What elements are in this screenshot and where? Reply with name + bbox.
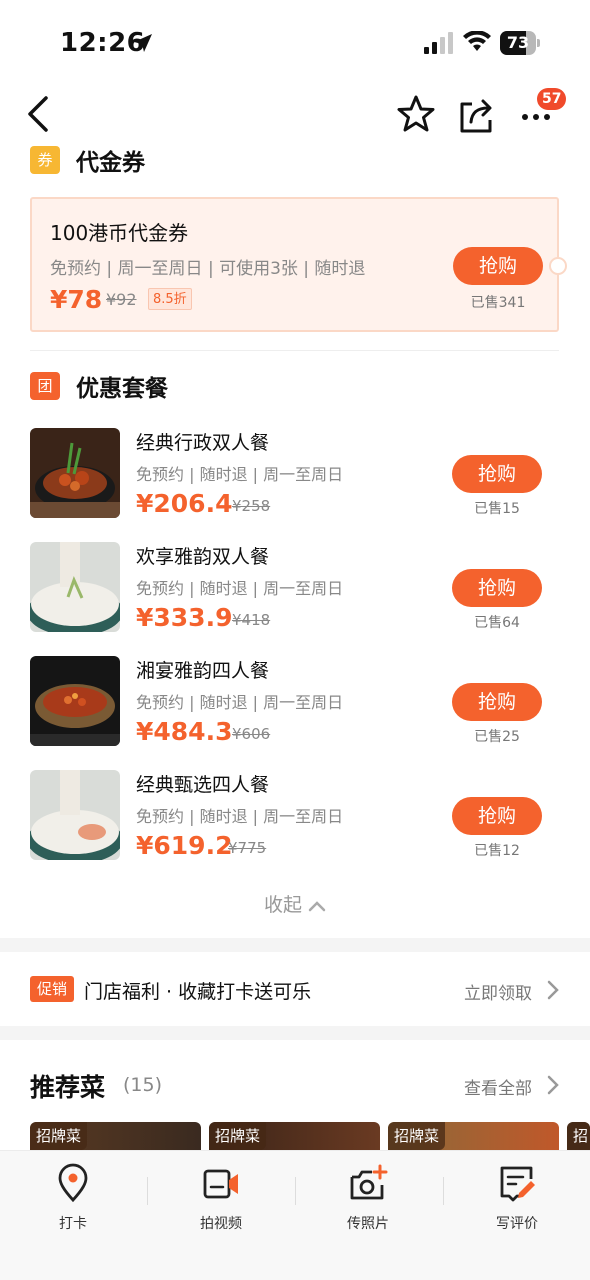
- checkin-button[interactable]: 打卡: [13, 1163, 133, 1233]
- recommend-header: 推荐菜 (15) 查看全部: [30, 1068, 560, 1104]
- package-buy-button[interactable]: 抢购: [452, 683, 542, 721]
- package-sold-count: 已售15: [474, 501, 520, 517]
- upload-photo-label: 传照片: [347, 1216, 389, 1232]
- promo-tag: 促销: [30, 976, 74, 1002]
- top-nav: 57: [0, 88, 590, 142]
- recommend-title: 推荐菜: [30, 1073, 106, 1102]
- divider: [30, 350, 559, 351]
- package-original-price: ¥418: [232, 611, 271, 629]
- location-arrow-icon: [134, 34, 152, 52]
- package-sold-count: 已售64: [474, 615, 520, 631]
- package-section-header: 团 优惠套餐: [30, 370, 168, 402]
- signature-dish-tag: 招牌菜: [209, 1122, 267, 1150]
- write-review-label: 写评价: [496, 1216, 538, 1232]
- package-price: ¥484.3: [136, 717, 233, 746]
- voucher-price: ¥78: [50, 285, 103, 314]
- package-original-price: ¥258: [232, 497, 271, 515]
- package-image: [30, 542, 120, 632]
- package-section-title: 优惠套餐: [76, 376, 168, 402]
- package-item[interactable]: 湘宴雅韵四人餐 免预约 | 随时退 | 周一至周日 ¥484.3 ¥606 抢购…: [30, 656, 559, 748]
- package-image: [30, 428, 120, 518]
- voucher-card[interactable]: 100港币代金券 免预约 | 周一至周日 | 可使用3张 | 随时退 ¥78 ¥…: [30, 197, 567, 332]
- share-icon[interactable]: [458, 94, 496, 134]
- chevron-right-icon: [547, 980, 559, 1000]
- location-pin-icon: [58, 1163, 88, 1203]
- package-original-price: ¥606: [232, 725, 271, 743]
- package-name: 经典甄选四人餐: [136, 774, 270, 796]
- package-name: 湘宴雅韵四人餐: [136, 660, 270, 682]
- signature-dish-tag: 招: [567, 1122, 590, 1150]
- package-sold-count: 已售12: [474, 843, 520, 859]
- voucher-original-price: ¥92: [106, 290, 137, 309]
- package-price: ¥206.4: [136, 489, 233, 518]
- video-camera-icon: [203, 1169, 238, 1199]
- chevron-right-icon: [547, 1075, 559, 1095]
- voucher-desc: 免预约 | 周一至周日 | 可使用3张 | 随时退: [50, 259, 366, 279]
- package-item[interactable]: 经典行政双人餐 免预约 | 随时退 | 周一至周日 ¥206.4 ¥258 抢购…: [30, 428, 559, 520]
- package-buy-button[interactable]: 抢购: [452, 455, 542, 493]
- checkin-label: 打卡: [59, 1216, 87, 1232]
- battery-percentage: 73: [506, 33, 530, 52]
- package-price: ¥619.2: [136, 831, 233, 860]
- favorite-star-icon[interactable]: [396, 94, 436, 134]
- group-deal-tag: 团: [30, 372, 60, 400]
- package-desc: 免预约 | 随时退 | 周一至周日: [136, 579, 344, 598]
- package-name: 欢享雅韵双人餐: [136, 546, 270, 568]
- package-desc: 免预约 | 随时退 | 周一至周日: [136, 807, 344, 826]
- shoot-video-button[interactable]: 拍视频: [161, 1163, 281, 1233]
- package-buy-button[interactable]: 抢购: [452, 569, 542, 607]
- status-bar: 12:26 73: [0, 0, 590, 88]
- package-desc: 免预约 | 随时退 | 周一至周日: [136, 693, 344, 712]
- promo-claim-link[interactable]: 立即领取: [464, 979, 532, 1004]
- section-separator: [0, 938, 590, 952]
- wifi-icon: [463, 31, 491, 51]
- package-image: [30, 656, 120, 746]
- package-item[interactable]: 欢享雅韵双人餐 免预约 | 随时退 | 周一至周日 ¥333.9 ¥418 抢购…: [30, 542, 559, 634]
- voucher-tag: 券: [30, 146, 60, 174]
- notification-badge: 57: [537, 88, 567, 110]
- write-review-button[interactable]: 写评价: [457, 1163, 577, 1233]
- section-separator: [0, 1026, 590, 1040]
- voucher-title: 100港币代金券: [50, 221, 189, 245]
- recommend-count: (15): [123, 1074, 163, 1096]
- cell-signal-icon: [424, 32, 453, 54]
- package-price: ¥333.9: [136, 603, 233, 632]
- package-desc: 免预约 | 随时退 | 周一至周日: [136, 465, 344, 484]
- voucher-section-header: 券 代金券: [30, 144, 145, 176]
- package-image: [30, 770, 120, 860]
- back-icon[interactable]: [24, 94, 54, 134]
- view-all-link[interactable]: 查看全部: [464, 1074, 532, 1099]
- signature-dish-tag: 招牌菜: [30, 1122, 88, 1150]
- signature-dish-tag: 招牌菜: [388, 1122, 446, 1150]
- promo-text: 门店福利 · 收藏打卡送可乐: [84, 981, 312, 1003]
- package-name: 经典行政双人餐: [136, 432, 270, 454]
- voucher-buy-button[interactable]: 抢购: [453, 247, 543, 285]
- upload-photo-button[interactable]: 传照片: [308, 1163, 428, 1233]
- write-review-icon: [500, 1166, 535, 1202]
- voucher-section-title: 代金券: [76, 150, 145, 176]
- add-photo-icon: [350, 1164, 388, 1200]
- package-original-price: ¥775: [228, 839, 267, 857]
- package-item[interactable]: 经典甄选四人餐 免预约 | 随时退 | 周一至周日 ¥619.2 ¥775 抢购…: [30, 770, 559, 862]
- package-buy-button[interactable]: 抢购: [452, 797, 542, 835]
- package-sold-count: 已售25: [474, 729, 520, 745]
- battery-icon: 73: [500, 31, 540, 55]
- collapse-label: 收起: [263, 894, 302, 916]
- collapse-button[interactable]: 收起: [0, 890, 590, 917]
- voucher-sold-count: 已售341: [470, 295, 526, 311]
- voucher-discount-badge: 8.5折: [148, 288, 192, 310]
- bottom-action-bar: 打卡 拍视频 传照片 写评价: [0, 1150, 590, 1280]
- chevron-up-icon: [308, 900, 326, 911]
- promo-row[interactable]: 促销 门店福利 · 收藏打卡送可乐 立即领取: [0, 952, 590, 1026]
- shoot-video-label: 拍视频: [200, 1216, 242, 1232]
